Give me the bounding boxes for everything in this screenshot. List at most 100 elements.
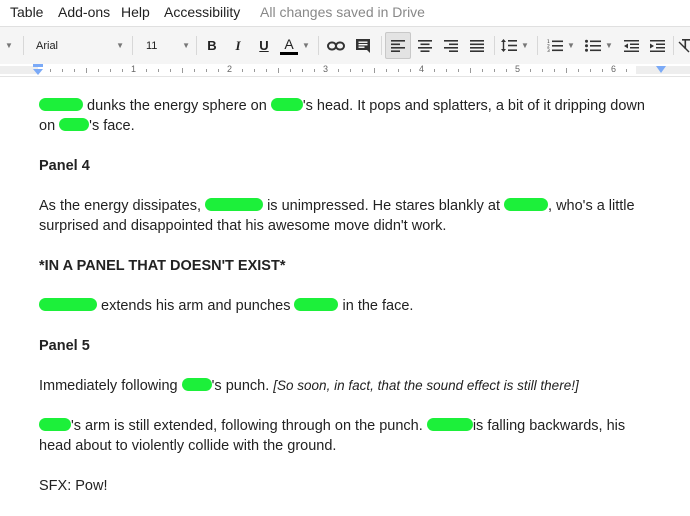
ruler-number: 4 [419, 64, 425, 74]
menu-accessibility[interactable]: Accessibility [164, 4, 240, 20]
ruler-tick [194, 69, 195, 72]
ruler-tick [578, 69, 579, 72]
menu-table[interactable]: Table [10, 4, 43, 20]
link-icon [327, 41, 345, 50]
ruler-tick [542, 69, 543, 72]
ruler-tick [74, 69, 75, 72]
text-color-icon: A [280, 37, 299, 55]
ruler-tick [374, 68, 375, 73]
chevron-down-icon: ▼ [182, 41, 190, 50]
ruler-tick [602, 69, 603, 72]
ruler-tick [158, 69, 159, 72]
align-justify-icon [470, 39, 484, 52]
paragraph: dunks the energy sphere on 's head. It p… [39, 96, 679, 136]
numbered-list-button[interactable]: 1 2 3 ▼ [543, 27, 579, 64]
ruler-tick [242, 69, 243, 72]
font-family-select[interactable]: Arial ▼ [30, 27, 124, 64]
ruler-tick [470, 68, 471, 73]
body-text: is falling backwards, his [472, 418, 626, 434]
ruler-tick [626, 69, 627, 72]
body-text: head about to violently collide with the… [39, 438, 337, 454]
align-right-button[interactable] [440, 27, 462, 64]
body-text: on [39, 118, 60, 134]
body-text: extends his arm and punches [97, 298, 295, 314]
align-justify-button[interactable] [466, 27, 488, 64]
bold-button[interactable]: B [202, 27, 222, 64]
ruler-tick [494, 69, 495, 72]
ruler-tick [290, 69, 291, 72]
ruler-tick [398, 69, 399, 72]
ruler-tick [86, 68, 87, 73]
document-body[interactable]: dunks the energy sphere on 's head. It p… [39, 96, 679, 516]
paragraph: SFX: Pow! [39, 478, 108, 494]
line-spacing-button[interactable]: ▼ [499, 27, 531, 64]
panel-heading: *IN A PANEL THAT DOESN'T EXIST* [39, 258, 286, 274]
chevron-down-icon: ▼ [302, 41, 310, 50]
ruler-tick [314, 69, 315, 72]
align-left-icon [391, 39, 405, 52]
left-indent-marker-icon[interactable] [32, 64, 44, 76]
redaction-mark [39, 98, 83, 111]
menu-help[interactable]: Help [121, 4, 150, 20]
redaction-mark [59, 118, 90, 131]
more-left-caret-icon[interactable]: ▼ [2, 27, 16, 64]
redaction-mark [504, 198, 549, 211]
ruler-number: 5 [515, 64, 521, 74]
ruler-tick [362, 69, 363, 72]
save-status: All changes saved in Drive [260, 4, 425, 20]
ruler-tick [566, 68, 567, 73]
align-center-button[interactable] [414, 27, 436, 64]
body-text: surprised and disappointed that his awes… [39, 218, 447, 234]
increase-indent-button[interactable] [645, 27, 669, 64]
body-text: dunks the energy sphere on [83, 98, 271, 114]
body-text: is unimpressed. He stares blankly at [263, 198, 505, 214]
clear-formatting-button[interactable] [678, 27, 690, 64]
redaction-mark [181, 378, 212, 391]
ruler-tick [350, 69, 351, 72]
align-right-icon [444, 39, 458, 52]
menu-addons[interactable]: Add-ons [58, 4, 110, 20]
ruler-tick [170, 69, 171, 72]
ruler-tick [146, 69, 147, 72]
ruler-tick [458, 69, 459, 72]
ruler-number: 2 [227, 64, 233, 74]
align-left-button[interactable] [385, 32, 411, 59]
font-size-value: 11 [146, 39, 158, 52]
ruler-tick [206, 69, 207, 72]
ruler-tick [434, 69, 435, 72]
body-text: 's punch. [211, 378, 274, 394]
body-text: As the energy dissipates, [39, 198, 206, 214]
ruler-tick [554, 69, 555, 72]
chevron-down-icon: ▼ [116, 41, 124, 50]
font-family-value: Arial [36, 39, 59, 52]
chevron-down-icon: ▼ [521, 41, 529, 50]
chevron-down-icon: ▼ [605, 41, 613, 50]
paragraph: 's arm is still extended, following thro… [39, 416, 679, 456]
body-text: , who's a little [548, 198, 635, 214]
body-text: Immediately following [39, 378, 182, 394]
insert-comment-button[interactable] [352, 27, 374, 64]
ruler-tick [446, 69, 447, 72]
insert-link-button[interactable] [325, 27, 347, 64]
panel-heading: Panel 4 [39, 158, 90, 174]
ruler-tick [338, 69, 339, 72]
paragraph: Immediately following 's punch. [So soon… [39, 376, 679, 396]
font-size-select[interactable]: 11 ▼ [140, 27, 190, 64]
text-color-button[interactable]: A ▼ [279, 27, 311, 64]
italic-button[interactable]: I [228, 27, 248, 64]
ruler-tick [278, 68, 279, 73]
ruler-tick [254, 69, 255, 72]
ruler-tick [410, 69, 411, 72]
ruler-tick [302, 69, 303, 72]
body-text: 's head. It pops and splatters, a bit of… [302, 98, 645, 114]
ruler-tick [182, 68, 183, 73]
right-indent-marker-icon[interactable] [655, 65, 667, 75]
paragraph: extends his arm and punches in the face. [39, 296, 679, 316]
underline-button[interactable]: U [254, 27, 274, 64]
paragraph: As the energy dissipates, is unimpressed… [39, 196, 679, 236]
ruler: 1 2 3 4 5 6 [0, 64, 690, 77]
bulleted-list-button[interactable]: ▼ [581, 27, 617, 64]
decrease-indent-button[interactable] [619, 27, 643, 64]
redaction-mark [39, 298, 97, 311]
body-text: 's arm is still extended, following thro… [71, 418, 427, 434]
